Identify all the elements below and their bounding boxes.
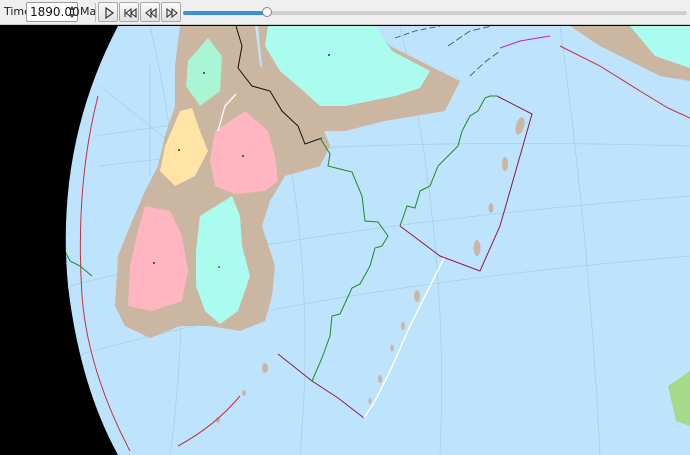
time-slider-handle[interactable] xyxy=(262,7,273,17)
time-spinbox[interactable]: 1890.00 xyxy=(26,2,80,22)
time-unit-label: Ma xyxy=(80,5,97,18)
toolbar-separator xyxy=(95,3,96,22)
animation-toolbar: Time: 1890.00 Ma xyxy=(0,0,690,25)
step-forward-button[interactable] xyxy=(161,2,181,22)
step-forward-icon xyxy=(166,7,178,19)
globe-canvas[interactable] xyxy=(0,26,690,455)
step-back-icon xyxy=(145,7,157,19)
spin-up-icon[interactable] xyxy=(68,4,76,12)
reset-to-start-button[interactable] xyxy=(119,2,139,22)
time-slider[interactable] xyxy=(183,7,687,17)
skip-to-start-icon xyxy=(124,7,137,19)
play-icon xyxy=(105,6,115,20)
step-back-button[interactable] xyxy=(140,2,160,22)
spin-down-icon[interactable] xyxy=(68,12,76,20)
globe-viewport[interactable] xyxy=(0,26,690,455)
play-button[interactable] xyxy=(98,2,118,22)
time-slider-fill xyxy=(183,11,268,15)
spin-arrows xyxy=(68,4,76,20)
